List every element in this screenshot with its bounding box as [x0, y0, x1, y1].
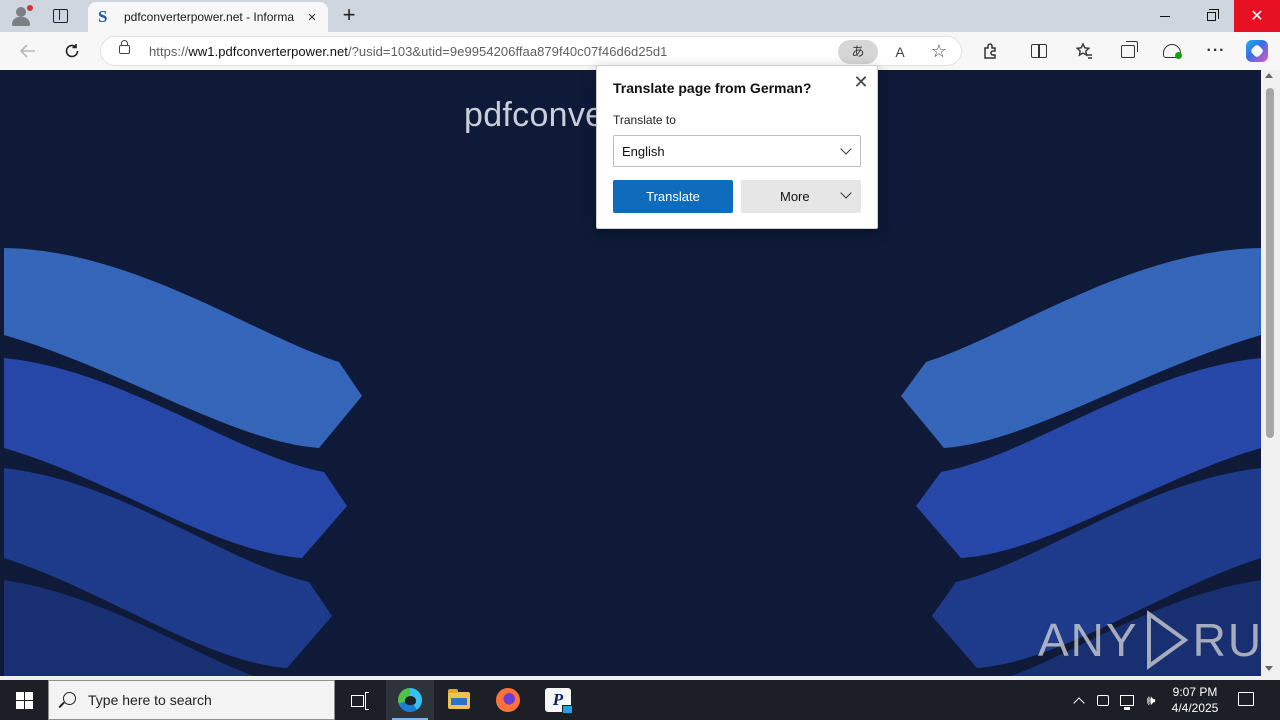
edge-icon [398, 688, 422, 712]
target-language-select[interactable]: English [613, 135, 861, 167]
scroll-down-icon[interactable] [1265, 666, 1273, 671]
split-screen-icon[interactable] [1026, 39, 1052, 63]
translate-page-button[interactable]: あ [838, 40, 878, 64]
taskbar-edge[interactable] [386, 680, 434, 720]
refresh-icon [65, 44, 79, 58]
clock-date: 4/4/2025 [1171, 701, 1219, 715]
watermark-text-right: RUN [1192, 614, 1261, 666]
read-aloud-icon[interactable]: A [888, 40, 912, 64]
translate-button[interactable]: Translate [613, 180, 733, 213]
page-scrollbar[interactable] [1261, 70, 1280, 676]
chevron-down-icon [840, 187, 852, 199]
folder-icon [448, 688, 470, 709]
tab-close-icon[interactable]: × [304, 9, 320, 26]
copilot-icon[interactable] [1244, 39, 1270, 63]
scroll-up-icon[interactable] [1265, 73, 1273, 78]
play-icon [1146, 610, 1189, 670]
browser-tab-bar: S pdfconverterpower.net - Informa × + ✕ [0, 0, 1280, 32]
search-icon [63, 692, 76, 705]
tab-title: pdfconverterpower.net - Informa [124, 10, 295, 24]
show-hidden-icons-button[interactable] [1068, 680, 1090, 720]
chevron-up-icon [1073, 696, 1085, 709]
pdf-app-icon: P [545, 688, 573, 714]
taskbar-clock[interactable]: 9:07 PM 4/4/2025 [1166, 684, 1224, 716]
refresh-button[interactable] [58, 38, 86, 64]
window-close-button[interactable]: ✕ [1234, 0, 1280, 32]
more-options-button[interactable]: More [741, 180, 861, 213]
new-tab-button[interactable]: + [338, 4, 360, 28]
chevron-down-icon [840, 143, 852, 155]
back-button[interactable] [14, 38, 42, 64]
address-url[interactable]: https://ww1.pdfconverterpower.net/?usid=… [149, 44, 667, 59]
search-placeholder: Type here to search [88, 692, 212, 708]
window-minimize-button[interactable] [1142, 0, 1188, 32]
clock-time: 9:07 PM [1172, 685, 1218, 699]
settings-more-button[interactable]: ··· [1203, 39, 1229, 63]
puzzle-icon [984, 43, 996, 59]
popup-title: Translate page from German? [613, 80, 812, 96]
profile-icon[interactable] [9, 4, 33, 28]
notification-center-icon[interactable] [1236, 690, 1256, 710]
arrow-left-icon [20, 44, 35, 58]
translate-popup: Translate page from German? ✕ Translate … [596, 65, 878, 229]
taskbar-file-explorer[interactable] [435, 680, 483, 720]
volume-icon[interactable]: 🕪 [1140, 680, 1162, 720]
windows-taskbar: Type here to search P 🕪 9:07 PM 4/4/2025 [0, 680, 1280, 720]
extensions-icon[interactable] [978, 39, 1004, 63]
anyrun-watermark: ANY RUN [1038, 610, 1261, 670]
tray-device-icon[interactable] [1092, 680, 1114, 720]
scroll-thumb[interactable] [1266, 88, 1274, 438]
more-button-label: More [780, 189, 810, 204]
selected-language: English [622, 144, 665, 159]
taskbar-search-box[interactable]: Type here to search [48, 680, 335, 720]
star-list-icon [1075, 42, 1092, 59]
tab-actions-icon[interactable] [48, 4, 72, 28]
taskbar-pdf-app[interactable]: P [534, 680, 582, 720]
popup-close-icon[interactable]: ✕ [851, 73, 871, 93]
lock-icon[interactable] [119, 40, 130, 54]
firefox-icon [496, 688, 520, 712]
network-icon[interactable] [1116, 680, 1138, 720]
task-view-button[interactable] [336, 680, 384, 720]
collections-icon[interactable] [1115, 39, 1141, 63]
address-bar[interactable]: https://ww1.pdfconverterpower.net/?usid=… [100, 36, 962, 66]
translate-to-label: Translate to [613, 113, 676, 127]
add-favorite-icon[interactable]: ☆ [927, 39, 951, 63]
window-restore-button[interactable] [1188, 0, 1234, 32]
site-logo: pdfconve [464, 96, 605, 134]
task-view-icon [351, 692, 369, 710]
taskbar-firefox[interactable] [484, 680, 532, 720]
favorites-icon[interactable] [1071, 39, 1097, 63]
browser-tab-active[interactable]: S pdfconverterpower.net - Informa × [88, 2, 328, 32]
windows-logo-icon [15, 691, 33, 709]
watermark-text-left: ANY [1038, 614, 1139, 666]
site-favicon-icon: S [98, 7, 108, 26]
browser-essentials-icon[interactable] [1159, 39, 1185, 63]
start-button[interactable] [0, 680, 48, 720]
